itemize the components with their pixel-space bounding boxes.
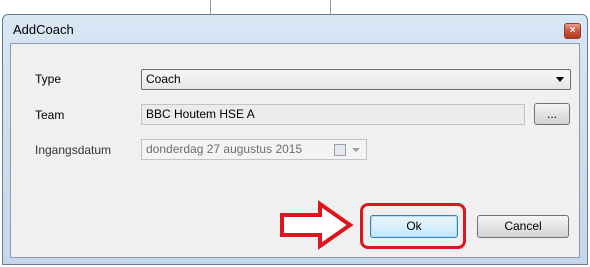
- background-window: [0, 0, 590, 14]
- type-label: Type: [35, 72, 62, 86]
- close-button[interactable]: ×: [564, 23, 581, 39]
- calendar-icon: [334, 144, 346, 156]
- background-divider: [210, 0, 211, 14]
- team-field[interactable]: BBC Houtem HSE A: [141, 104, 525, 125]
- title-bar[interactable]: AddCoach ×: [3, 15, 587, 43]
- dialog-title: AddCoach: [13, 22, 74, 37]
- team-field-value: BBC Houtem HSE A: [146, 107, 255, 121]
- cancel-button[interactable]: Cancel: [477, 215, 569, 238]
- close-icon: ×: [569, 25, 576, 36]
- type-select-value: Coach: [146, 72, 181, 86]
- background-divider: [330, 0, 331, 14]
- team-browse-label: ...: [546, 107, 557, 121]
- highlight-ring: [360, 203, 466, 249]
- date-picker[interactable]: donderdag 27 augustus 2015: [141, 139, 367, 160]
- chevron-down-icon: [352, 148, 360, 152]
- date-label: Ingangsdatum: [35, 143, 112, 157]
- chevron-down-icon: [556, 77, 564, 82]
- team-label: Team: [35, 108, 65, 122]
- team-browse-button[interactable]: ...: [534, 103, 570, 125]
- pointer-arrow-icon: [280, 200, 354, 250]
- date-picker-value: donderdag 27 augustus 2015: [146, 142, 303, 156]
- cancel-button-label: Cancel: [504, 219, 542, 233]
- type-select[interactable]: Coach: [141, 69, 571, 90]
